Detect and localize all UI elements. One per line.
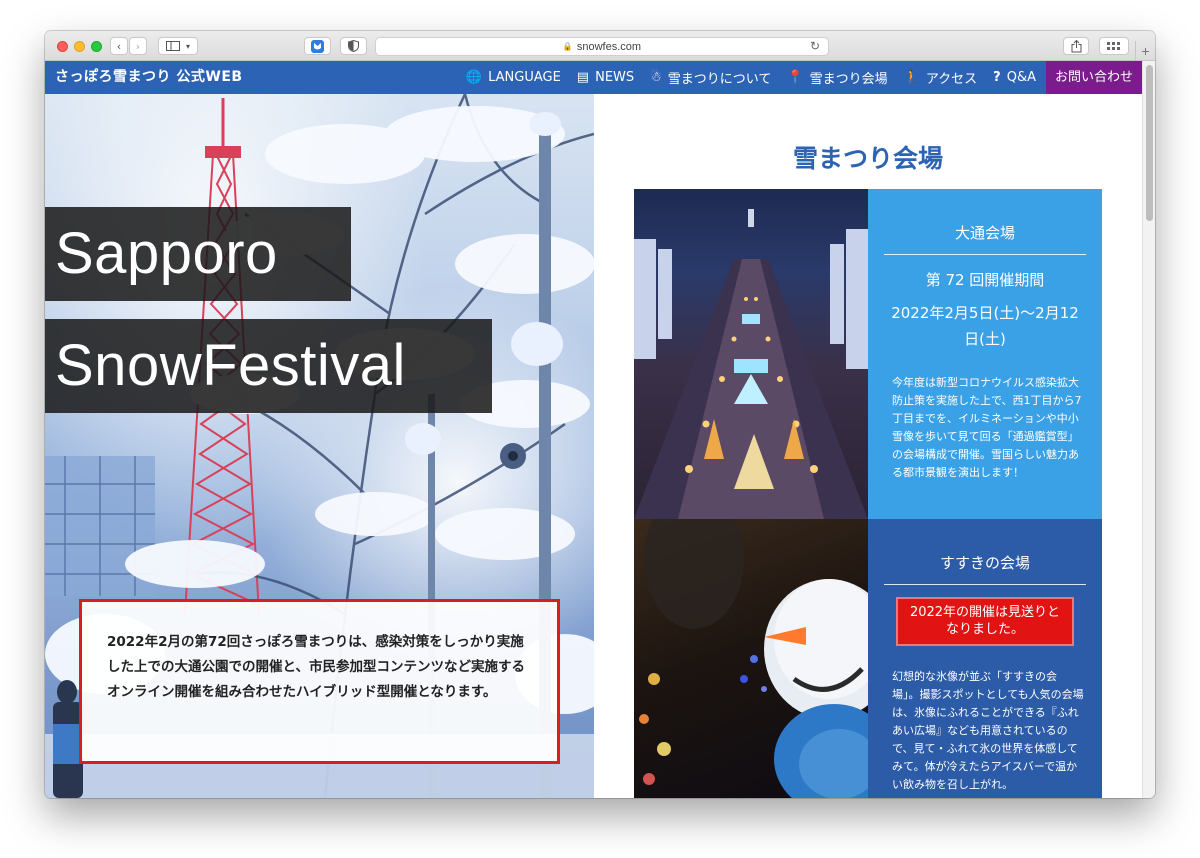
chevron-right-icon: › (135, 39, 141, 53)
scrollbar-thumb[interactable] (1146, 65, 1153, 221)
plus-icon: + (1141, 43, 1150, 59)
new-tab-button[interactable]: + (1135, 41, 1155, 61)
minimize-window-button[interactable] (74, 41, 85, 52)
nav-item-about[interactable]: ☃ 雪まつりについて (642, 61, 779, 94)
odori-venue-info: 大通会場 第 72 回開催期間 2022年2月5日(土)〜2月12日(土) 今年… (868, 189, 1102, 519)
nav-item-label: 雪まつりについて (667, 72, 772, 87)
page-scrollbar[interactable] (1142, 61, 1155, 798)
nav-item-label: Q&A (1006, 70, 1036, 85)
nav-item-label: NEWS (595, 70, 635, 85)
snowman-icon: ☃ (650, 70, 662, 85)
tabs-grid-icon (1107, 41, 1120, 50)
odori-period-label: 第 72 回開催期間 (925, 271, 1045, 289)
address-bar[interactable]: 🔒 snowfes.com ↻ (375, 37, 829, 56)
nav-item-news[interactable]: ▤ NEWS (569, 61, 642, 94)
close-window-button[interactable] (57, 41, 68, 52)
nav-item-label: 雪まつり会場 (809, 72, 888, 87)
reload-icon[interactable]: ↻ (810, 39, 820, 53)
nav-menu: 🌐 LANGUAGE ▤ NEWS ☃ 雪まつりについて 📍 雪まつり会場 🚶 … (458, 61, 1142, 94)
susukino-description: 幻想的な氷像が並ぶ「すすきの会場」。撮影スポットとしても人気の会場は、氷像にふれ… (892, 670, 1084, 791)
hero-title-line-2: SnowFestival (45, 319, 492, 413)
odori-period-date: 2022年2月5日(土)〜2月12日(土) (891, 304, 1079, 348)
nav-item-language[interactable]: 🌐 LANGUAGE (458, 61, 569, 94)
odori-venue-photo (634, 189, 868, 519)
browser-toolbar: ‹ › ▾ 🔒 snowfes.com ↻ + (45, 31, 1155, 61)
odori-description: 今年度は新型コロナウイルス感染拡大防止策を実施した上で、西1丁目から7丁目までを… (892, 376, 1082, 479)
venues-section: 雪まつり会場 大通会場 第 72 回開催期間 2022年2月5日(土)〜2月12… (594, 94, 1142, 798)
hero-section: Sapporo SnowFestival 2022年2月の第72回さっぽろ雪まつ… (45, 94, 594, 798)
tab-overview-button[interactable] (1099, 37, 1129, 55)
lock-icon: 🔒 (562, 42, 573, 51)
browser-window: ‹ › ▾ 🔒 snowfes.com ↻ + さっぽろ雪まつり 公式WEB 🌐… (45, 31, 1155, 798)
susukino-venue-photo (634, 519, 868, 798)
chevron-down-icon: ▾ (185, 41, 190, 51)
site-navbar: さっぽろ雪まつり 公式WEB 🌐 LANGUAGE ▤ NEWS ☃ 雪まつりに… (45, 61, 1142, 94)
nav-item-label: LANGUAGE (488, 70, 561, 85)
nav-item-access[interactable]: 🚶 アクセス (896, 61, 986, 94)
sidebar-icon (165, 41, 180, 51)
nav-item-label: アクセス (925, 72, 978, 87)
site-title-link[interactable]: さっぽろ雪まつり 公式WEB (55, 61, 243, 94)
susukino-cancel-notice: 2022年の開催は見送りとなりました。 (896, 597, 1074, 646)
globe-icon: 🌐 (465, 70, 483, 85)
hero-title-line-1: Sapporo (45, 207, 351, 301)
section-heading: 雪まつり会場 (792, 144, 943, 173)
nav-item-qa[interactable]: ? Q&A (985, 61, 1044, 94)
news-icon: ▤ (576, 70, 590, 85)
map-pin-icon: 📍 (787, 70, 804, 85)
url-text: snowfes.com (576, 40, 642, 53)
hero-caption-box: 2022年2月の第72回さっぽろ雪まつりは、感染対策をしっかり実施した上での大通… (79, 599, 560, 764)
nav-item-venues[interactable]: 📍 雪まつり会場 (779, 61, 895, 94)
question-icon: ? (993, 70, 1001, 85)
walker-icon: 🚶 (903, 70, 920, 85)
contact-button[interactable]: お問い合わせ (1045, 61, 1142, 94)
odori-venue-name: 大通会場 (884, 222, 1086, 255)
forward-button[interactable]: › (129, 37, 147, 55)
share-button[interactable] (1063, 37, 1089, 55)
extension-shield-icon (311, 39, 324, 53)
maximize-window-button[interactable] (91, 41, 102, 52)
night-illumination-image (634, 209, 868, 519)
hero-caption-text: 2022年2月の第72回さっぽろ雪まつりは、感染対策をしっかり実施した上での大通… (107, 634, 525, 700)
extension-button[interactable] (304, 37, 331, 55)
snowman-ice-sculpture-image (639, 519, 868, 798)
susukino-venue-info: すすきの会場 2022年の開催は見送りとなりました。 幻想的な氷像が並ぶ「すすき… (868, 519, 1102, 798)
back-button[interactable]: ‹ (110, 37, 128, 55)
share-icon (1071, 39, 1081, 52)
shield-icon (348, 40, 359, 52)
privacy-report-button[interactable] (340, 37, 367, 55)
susukino-venue-name: すすきの会場 (884, 552, 1086, 585)
chevron-left-icon: ‹ (116, 39, 122, 53)
sidebar-toggle-button[interactable]: ▾ (158, 37, 198, 55)
